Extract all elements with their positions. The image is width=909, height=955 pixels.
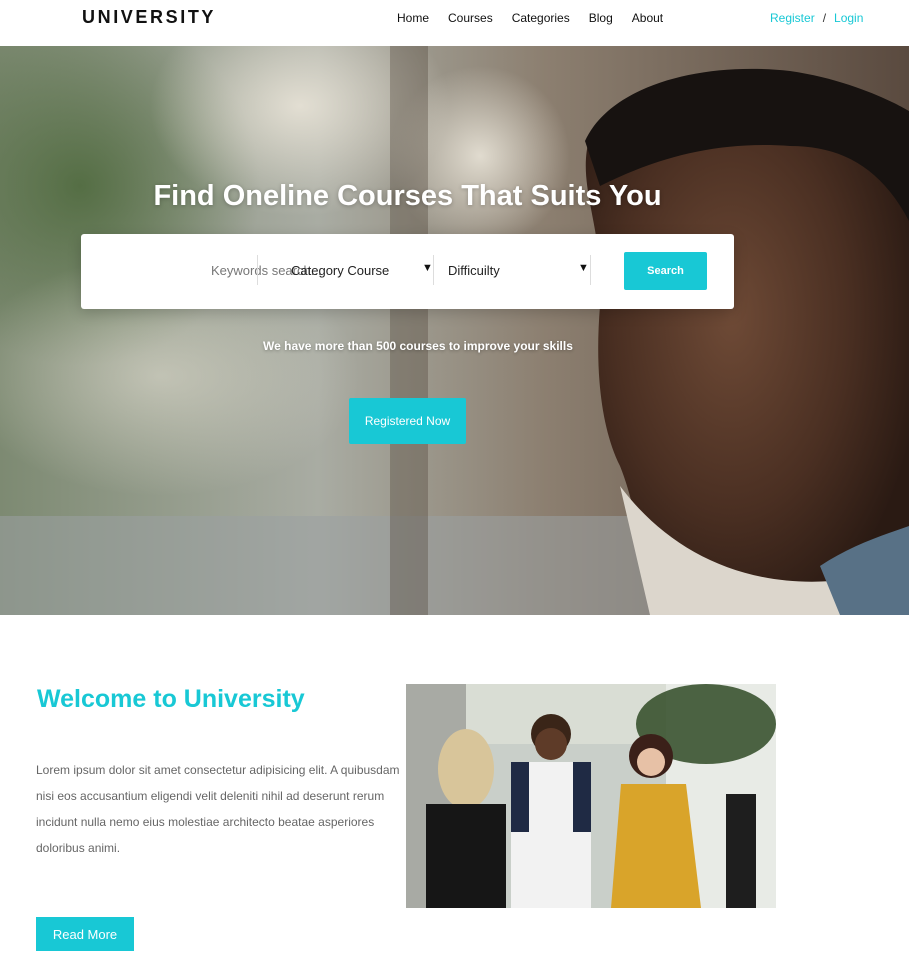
register-now-button[interactable]: Registered Now xyxy=(349,398,466,444)
site-logo[interactable]: UNIVERSITY xyxy=(82,7,216,28)
search-divider xyxy=(257,255,258,285)
main-nav: Home Courses Categories Blog About xyxy=(397,11,682,25)
nav-home[interactable]: Home xyxy=(397,11,429,25)
site-header: UNIVERSITY Home Courses Categories Blog … xyxy=(0,0,909,46)
welcome-body: Lorem ipsum dolor sit amet consectetur a… xyxy=(36,763,400,855)
search-divider xyxy=(433,255,434,285)
search-divider xyxy=(590,255,591,285)
hero-subtitle: We have more than 500 courses to improve… xyxy=(263,339,573,353)
students-photo xyxy=(406,684,776,908)
welcome-title: Welcome to University xyxy=(37,685,305,713)
auth-separator: / xyxy=(822,11,827,25)
hero-section: Find Oneline Courses That Suits You Keyw… xyxy=(0,46,909,615)
chevron-down-icon: ▼ xyxy=(422,262,433,274)
register-link[interactable]: Register xyxy=(770,11,815,25)
hero-background-image xyxy=(0,46,909,615)
search-button[interactable]: Search xyxy=(624,252,707,290)
difficulty-select[interactable]: Difficuilty xyxy=(448,263,500,278)
nav-about[interactable]: About xyxy=(632,11,663,25)
login-link[interactable]: Login xyxy=(834,11,863,25)
auth-links: Register / Login xyxy=(770,11,863,25)
hero-title: Find Oneline Courses That Suits You xyxy=(153,180,662,212)
category-select[interactable]: Category Course xyxy=(291,263,389,278)
read-more-button[interactable]: Read More xyxy=(36,917,134,951)
nav-blog[interactable]: Blog xyxy=(589,11,613,25)
nav-categories[interactable]: Categories xyxy=(512,11,570,25)
chevron-down-icon: ▼ xyxy=(578,262,589,274)
nav-courses[interactable]: Courses xyxy=(448,11,493,25)
